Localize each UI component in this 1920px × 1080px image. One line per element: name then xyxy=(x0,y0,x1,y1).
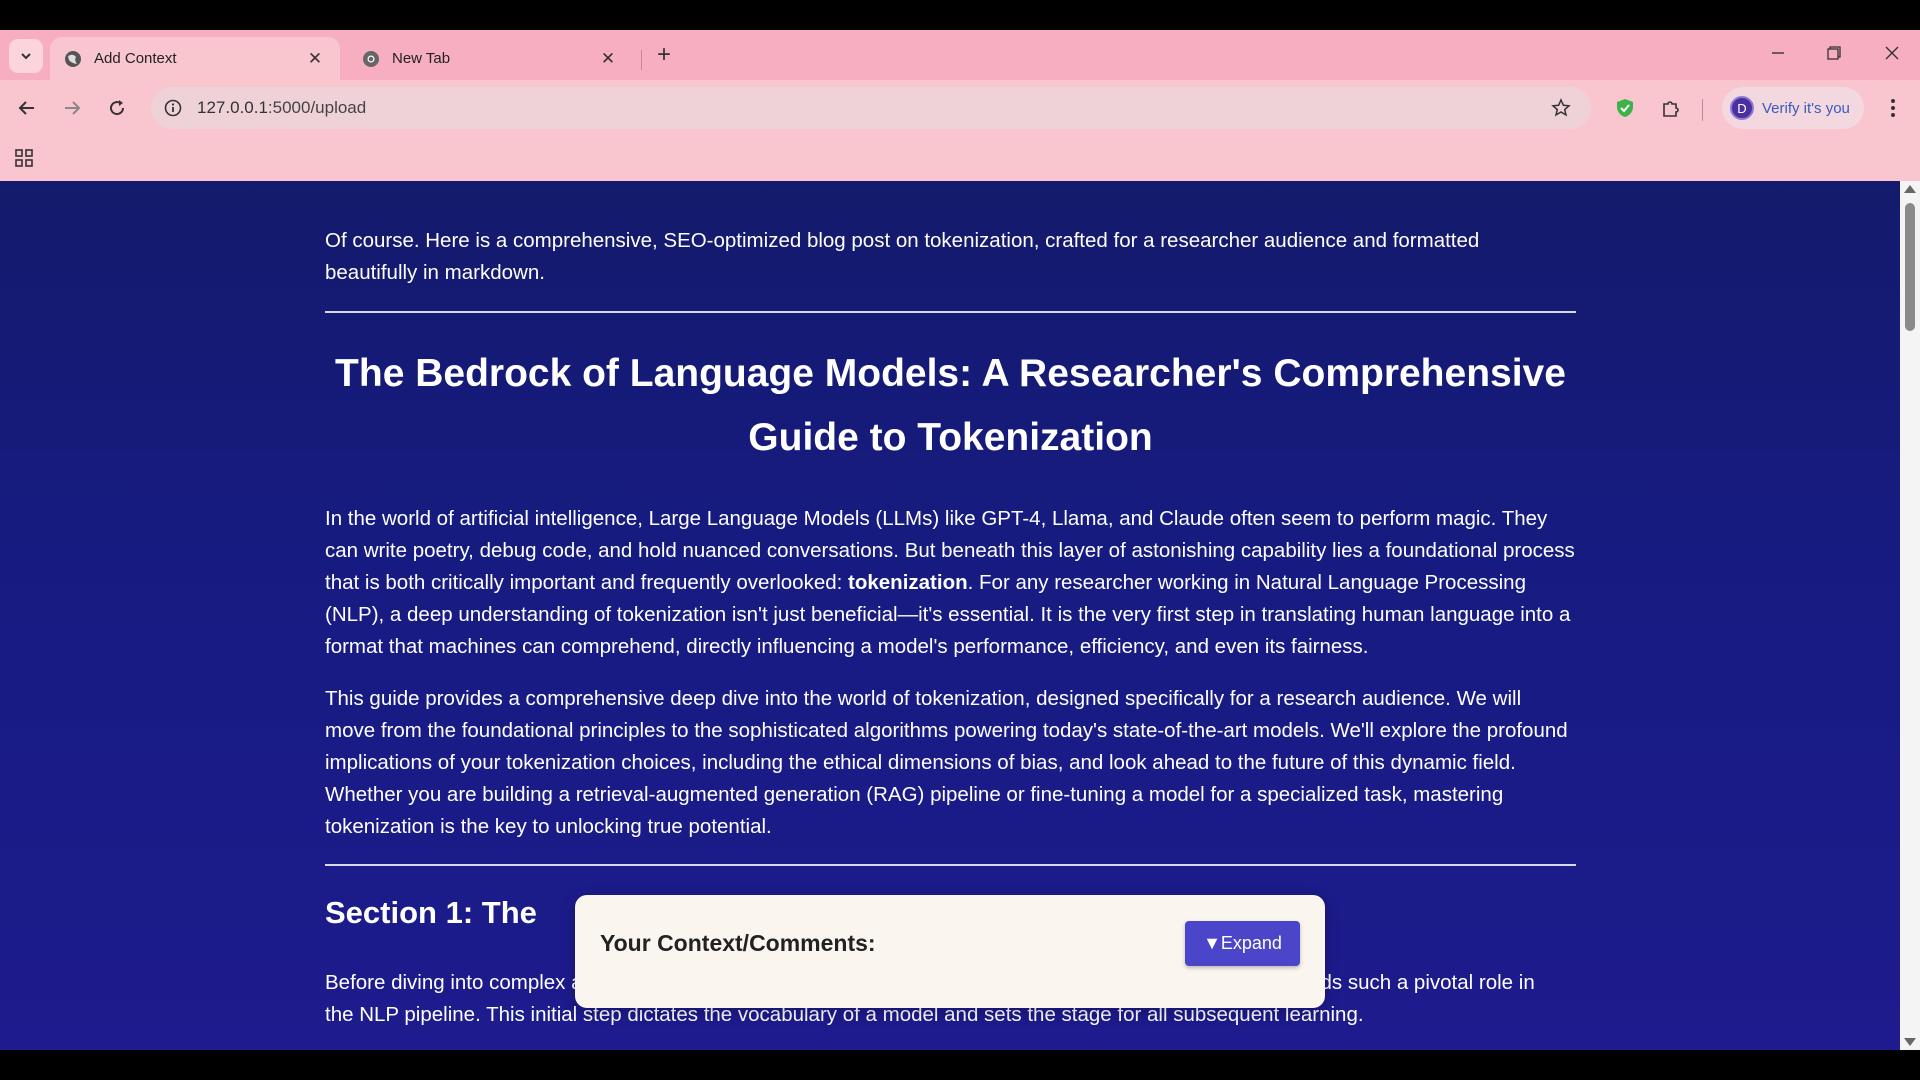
paragraph-3-start: Before diving into complex a xyxy=(325,971,583,994)
extensions-puzzle-icon[interactable] xyxy=(1654,91,1688,125)
tab-search-button[interactable] xyxy=(9,39,43,73)
window-close-icon[interactable] xyxy=(1872,38,1912,68)
scroll-down-icon[interactable] xyxy=(1904,1038,1916,1046)
url-path: :5000/upload xyxy=(267,98,367,117)
context-comments-label: Your Context/Comments: xyxy=(600,930,876,956)
paragraph-2: This guide provides a comprehensive deep… xyxy=(325,687,1568,838)
profile-verify-button[interactable]: D Verify it's you xyxy=(1722,87,1864,129)
toolbar-separator xyxy=(1702,99,1703,121)
site-info-icon[interactable] xyxy=(159,94,187,122)
arrow-right-icon xyxy=(65,101,81,115)
address-bar[interactable]: 127.0.0.1:5000/upload xyxy=(151,87,1591,129)
tab-title: Add Context xyxy=(94,50,177,67)
context-comments-panel: Your Context/Comments: ▼Expand xyxy=(575,895,1325,1008)
section-1-heading: Section 1: The xyxy=(325,895,537,930)
tab-add-context[interactable]: Add Context ✕ xyxy=(50,37,340,80)
tab-title: New Tab xyxy=(392,50,451,67)
more-menu-icon[interactable] xyxy=(1876,91,1910,125)
screen-top-bar xyxy=(0,0,1920,30)
url-text: 127.0.0.1:5000/upload xyxy=(197,98,1543,118)
browser-chrome: Add Context ✕ New Tab ✕ + 127.0.0.1:5000… xyxy=(0,30,1920,181)
tab-divider xyxy=(641,50,642,70)
reload-button[interactable] xyxy=(99,90,135,126)
intro-paragraph: Of course. Here is a comprehensive, SEO-… xyxy=(325,229,1480,284)
forward-button[interactable] xyxy=(54,90,90,126)
browser-toolbar: 127.0.0.1:5000/upload D Verify it's you xyxy=(0,80,1920,136)
article-title: The Bedrock of Language Models: A Resear… xyxy=(335,352,1566,459)
scroll-up-icon[interactable] xyxy=(1904,185,1916,193)
avatar: D xyxy=(1730,96,1754,120)
chevron-down-icon xyxy=(21,53,31,60)
back-button[interactable] xyxy=(9,90,45,126)
paragraph-1: In the world of artificial intelligence,… xyxy=(325,503,1576,663)
new-tab-button[interactable]: + xyxy=(652,41,676,68)
shield-extension-icon[interactable] xyxy=(1608,91,1642,125)
globe-icon xyxy=(64,50,82,68)
restore-icon[interactable] xyxy=(1814,38,1854,68)
bookmarks-bar xyxy=(0,136,1920,180)
minimize-icon[interactable] xyxy=(1758,38,1798,68)
scrollbar-thumb[interactable] xyxy=(1905,203,1915,331)
close-icon[interactable]: ✕ xyxy=(597,48,619,70)
divider xyxy=(325,311,1576,313)
close-icon[interactable]: ✕ xyxy=(304,48,326,70)
page-viewport: Of course. Here is a comprehensive, SEO-… xyxy=(0,181,1900,1050)
tab-new-tab[interactable]: New Tab ✕ xyxy=(348,37,633,80)
url-host: 127.0.0.1 xyxy=(197,98,268,117)
tab-strip: Add Context ✕ New Tab ✕ + xyxy=(0,30,1920,80)
bookmark-star-icon[interactable] xyxy=(1543,90,1579,126)
screen-bottom-bar xyxy=(0,1050,1920,1080)
paragraph-3-tail: olds such a pivotal role in xyxy=(1304,971,1535,994)
expand-button[interactable]: ▼Expand xyxy=(1185,921,1300,966)
arrow-left-icon xyxy=(18,101,34,115)
apps-grid-icon[interactable] xyxy=(10,144,38,172)
page-scrollbar[interactable] xyxy=(1900,181,1920,1050)
verify-label: Verify it's you xyxy=(1762,99,1850,117)
chrome-icon xyxy=(362,50,380,68)
divider xyxy=(325,864,1576,866)
paragraph-1-bold: tokenization xyxy=(848,571,968,594)
reload-icon xyxy=(110,100,125,116)
